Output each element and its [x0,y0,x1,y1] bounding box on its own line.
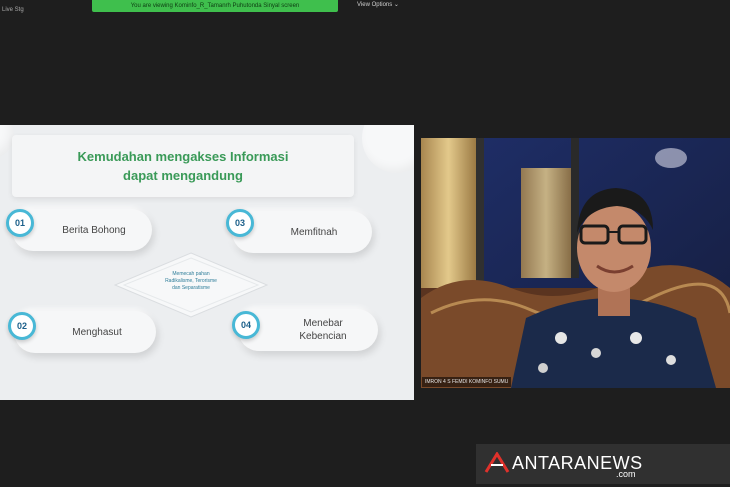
participant-video-tile[interactable]: IMRON 4 S FEMDI KOMINFO SUMU [421,138,730,388]
item-number-badge: 03 [226,209,254,237]
view-options-label: View Options [357,2,393,8]
antaranews-watermark: ANTARANEWS .com [476,444,730,484]
chevron-down-icon: ⌄ [393,2,399,8]
item-number-badge: 02 [8,312,36,340]
shared-slide: Kemudahan mengakses Informasi dapat meng… [0,125,414,400]
item-label: Berita Bohong [62,224,126,236]
zoom-meeting-window: You are viewing Kominfo_R_Tamanrh Puhuto… [0,0,730,487]
center-diamond-text: Memecah pahan Radikalisme, Terorisme dan… [165,271,217,291]
slide-title-line1: Kemudahan mengakses Informasi [77,149,289,164]
participant-name-label: IMRON 4 S FEMDI KOMINFO SUMU [422,377,512,387]
watermark-domain: .com [616,469,636,479]
top-bar: You are viewing Kominfo_R_Tamanrh Puhuto… [0,0,730,14]
slide-decoration [362,125,414,173]
recording-tag: Live Stg [2,7,24,13]
item-number-badge: 01 [6,209,34,237]
center-diamond: Memecah pahan Radikalisme, Terorisme dan… [112,250,270,320]
slide-title-card: Kemudahan mengakses Informasi dapat meng… [12,135,354,197]
slide-title-line2: dapat mengandung [123,168,243,183]
participant-video-image [421,138,730,388]
view-options-button[interactable]: View Options ⌄ [357,0,399,10]
screen-share-banner[interactable]: You are viewing Kominfo_R_Tamanrh Puhuto… [92,0,338,12]
antara-logo-icon [484,452,510,473]
item-berita-bohong: Berita Bohong [12,209,152,251]
